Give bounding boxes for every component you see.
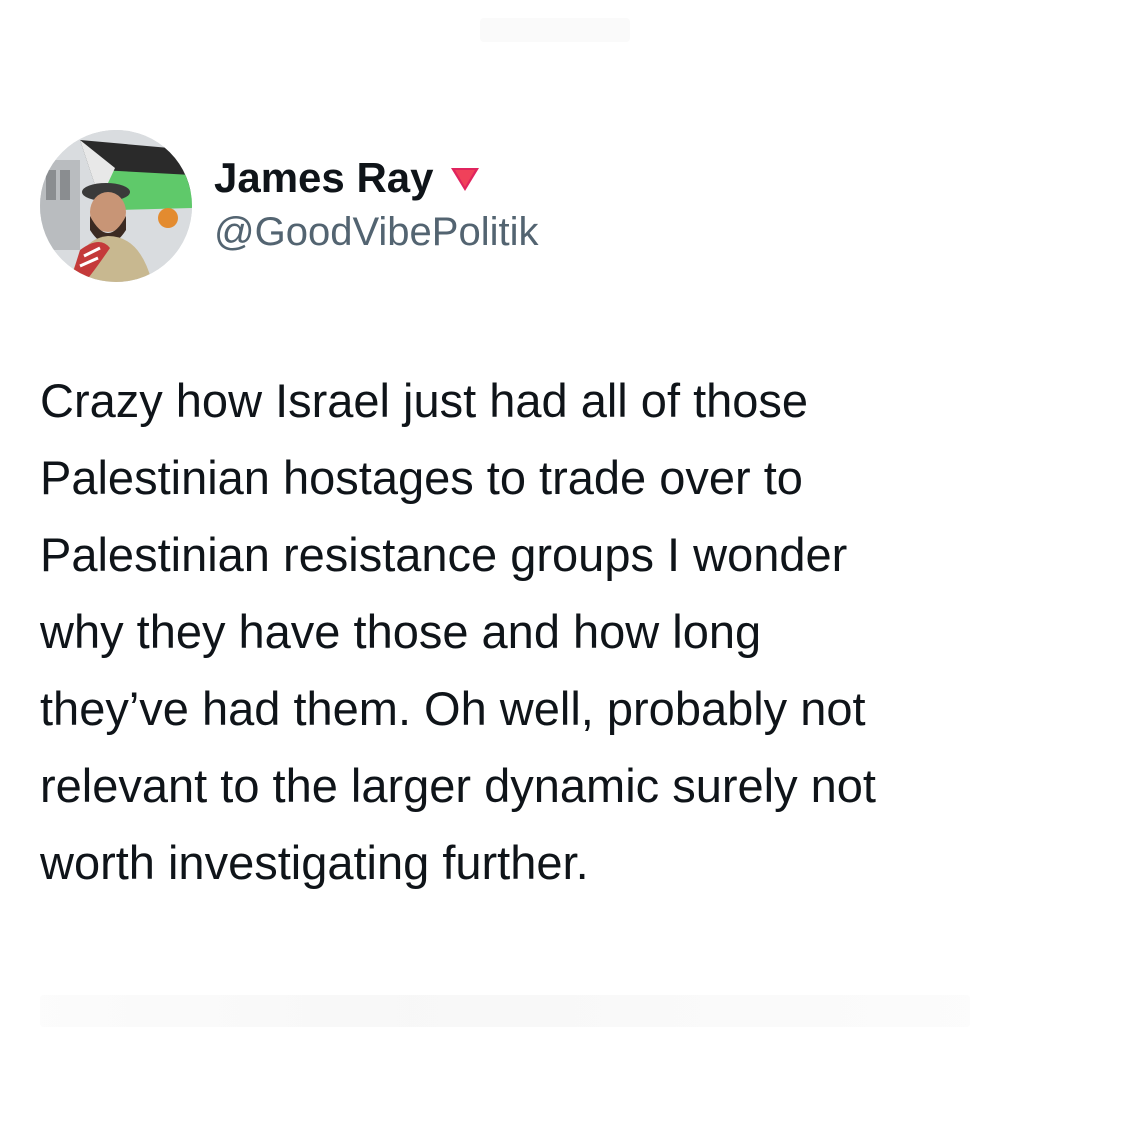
tweet-text-line: why they have those and how long bbox=[40, 605, 762, 658]
avatar[interactable] bbox=[40, 130, 192, 282]
faded-header-artifact bbox=[480, 18, 630, 42]
author-row[interactable]: James Ray @GoodVibePolitik bbox=[40, 128, 539, 284]
tweet-text-line: relevant to the larger dynamic surely no… bbox=[40, 759, 876, 812]
handle[interactable]: @GoodVibePolitik bbox=[214, 210, 539, 255]
tweet-text-line: Crazy how Israel just had all of those bbox=[40, 374, 809, 427]
author-text: James Ray @GoodVibePolitik bbox=[214, 148, 539, 255]
display-name[interactable]: James Ray bbox=[214, 154, 434, 202]
tweet-text-line: Palestinian resistance groups I wonder bbox=[40, 528, 848, 581]
tweet-text-line: Palestinian hostages to trade over to bbox=[40, 451, 803, 504]
tweet-text-line: worth investigating further. bbox=[40, 836, 589, 889]
red-triangle-icon bbox=[448, 161, 482, 195]
faded-footer-artifact bbox=[40, 995, 970, 1027]
tweet-card: James Ray @GoodVibePolitik Crazy how Isr… bbox=[0, 0, 1125, 1125]
tweet-text: Crazy how Israel just had all of those P… bbox=[40, 362, 1090, 901]
avatar-photo-icon bbox=[40, 130, 192, 282]
name-line: James Ray bbox=[214, 148, 539, 208]
tweet-text-line: they’ve had them. Oh well, probably not bbox=[40, 682, 866, 735]
